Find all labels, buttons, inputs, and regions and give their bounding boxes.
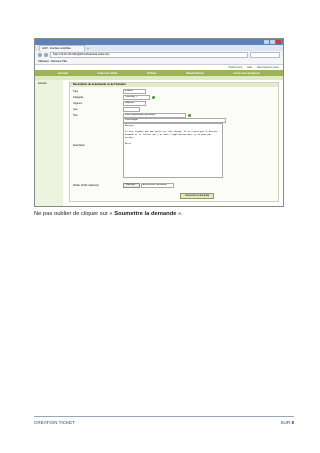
instruction-text: Ne pas oublier de cliquer sur « Soumettr… [34, 211, 183, 217]
top-link[interactable]: Préférences [229, 65, 242, 70]
location-select[interactable] [123, 107, 140, 112]
nav-item[interactable]: Tickets [147, 71, 157, 75]
type-select[interactable]: Incident [123, 89, 146, 94]
instruction-bold: Soumettre la demande [114, 211, 177, 217]
footer-rule [34, 416, 294, 417]
address-row: https://10.20.116.184/glpi/front/helpdes… [35, 51, 283, 58]
row-label: Fichier (2 Mo maximum) [73, 184, 99, 187]
window-titlebar [35, 39, 283, 45]
file-field: Aucun fichier sélectionné [140, 183, 174, 188]
footer-page-number: 8 [291, 420, 294, 425]
nav-item[interactable]: Réservations [186, 71, 204, 75]
top-link[interactable]: Aide [247, 65, 252, 70]
form-row-type: Type Incident [73, 89, 275, 94]
description-line: Bonjour, [125, 125, 136, 127]
form-row-urgency: Urgence Moyenne [73, 101, 275, 106]
search-box[interactable] [250, 51, 280, 58]
row-label: Lieu [73, 108, 78, 111]
sidebar-item-home[interactable]: Accueil [35, 82, 63, 85]
row-label: Type [73, 90, 79, 93]
footer-page-prefix: SUR [280, 420, 292, 425]
bookmarks-toolbar: Utilisateur : Monsieur Pitie [35, 58, 283, 65]
nav-item[interactable]: Accueil [58, 71, 68, 75]
description-line: Je vous signale que mon poste est très c… [125, 131, 218, 139]
form-heading: Description de la demande ou de l'incide… [70, 83, 278, 87]
sidebar: Accueil [35, 80, 63, 206]
submit-button[interactable]: Soumettre la demande [180, 193, 215, 199]
new-tab-button[interactable]: + [85, 46, 91, 51]
back-icon[interactable] [38, 52, 42, 57]
browser-tab[interactable]: GLPI - Interface simplifiée [39, 45, 85, 51]
top-link[interactable]: Déconnexion (user) [257, 65, 279, 70]
forward-icon[interactable] [44, 52, 48, 57]
nav-item[interactable]: Foire aux questions [234, 71, 260, 75]
user-label: Utilisateur : Monsieur Pitie [38, 59, 68, 63]
row-label: Catégorie [73, 96, 84, 99]
glpi-page: Préférences Aide Déconnexion (user) Accu… [35, 65, 283, 206]
maximize-icon[interactable] [270, 40, 275, 44]
footer-page: SUR 8 [280, 420, 294, 425]
minimize-icon[interactable] [264, 40, 269, 44]
embedded-screenshot: GLPI - Interface simplifiée + https://10… [34, 38, 284, 207]
address-bar[interactable]: https://10.20.116.184/glpi/front/helpdes… [50, 51, 248, 58]
form-row-location: Lieu [73, 107, 275, 112]
description-line: Merci [125, 143, 132, 145]
close-icon[interactable] [276, 40, 281, 44]
form-row-file: Fichier (2 Mo maximum) Parcourir... Aucu… [73, 183, 275, 188]
urgency-select[interactable]: Moyenne [123, 101, 146, 106]
footer-title: CREATION TICKET [34, 420, 75, 425]
check-icon [152, 96, 155, 99]
check-icon [188, 114, 191, 117]
description-textarea[interactable]: Bonjour, Je vous signale que mon poste e… [123, 123, 223, 178]
nav-item[interactable]: Créer un ticket [98, 71, 118, 75]
instruction-prefix: Ne pas oublier de cliquer sur « [34, 211, 115, 217]
row-label: Description [73, 144, 85, 147]
subnav-strip [35, 76, 283, 80]
row-label: Urgence [73, 102, 83, 105]
instruction-suffix: ». [176, 211, 183, 217]
ticket-form: Description de la demande ou de l'incide… [69, 82, 279, 202]
browse-button[interactable]: Parcourir... [123, 183, 140, 188]
sidebar-item-label: Accueil [38, 82, 47, 85]
form-row-category: Catégorie Télécharg. > [73, 95, 275, 100]
window-controls [264, 40, 281, 44]
row-label: Titre [73, 114, 78, 117]
category-select[interactable]: Télécharg. > [123, 95, 150, 100]
